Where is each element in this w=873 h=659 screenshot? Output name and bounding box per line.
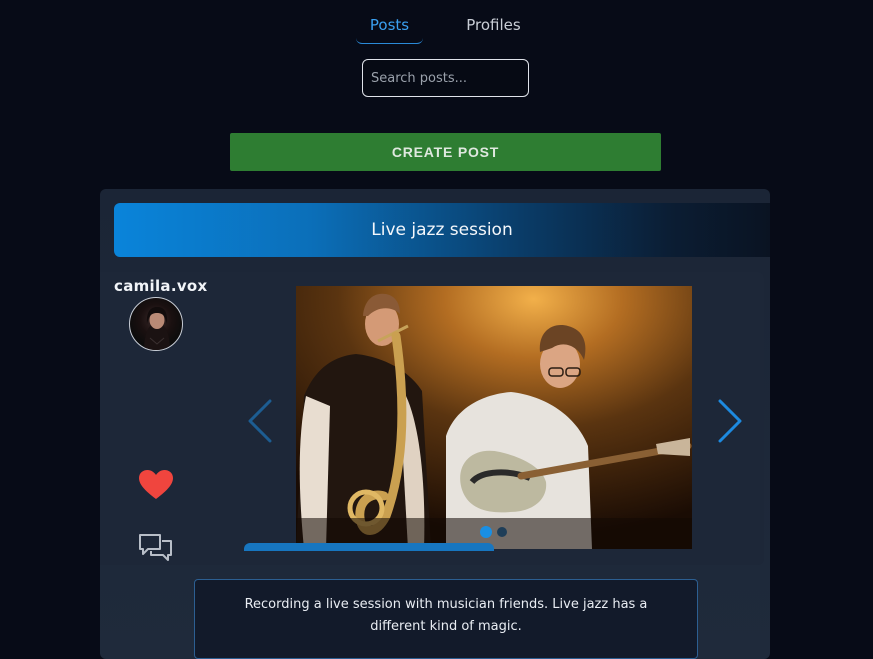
post-card: Live jazz session camila.vox Recording a… [100, 189, 770, 659]
tab-posts[interactable]: Posts [356, 8, 423, 44]
tab-profiles[interactable]: Profiles [457, 8, 530, 44]
search-input[interactable] [362, 59, 529, 97]
chevron-right-icon[interactable] [714, 399, 744, 447]
comment-icon[interactable] [138, 532, 174, 568]
post-username[interactable]: camila.vox [114, 277, 208, 295]
carousel-dot-1[interactable] [480, 526, 492, 538]
carousel-progress-bar [244, 543, 494, 551]
post-photo [296, 286, 692, 549]
avatar[interactable] [129, 297, 183, 351]
post-caption: Recording a live session with musician f… [194, 579, 698, 659]
post-title: Live jazz session [114, 203, 770, 257]
tab-bar: Posts Profiles [0, 0, 873, 46]
heart-icon[interactable] [138, 469, 174, 505]
chevron-left-icon[interactable] [246, 399, 276, 447]
carousel-dot-2[interactable] [497, 527, 507, 537]
create-post-button[interactable]: CREATE POST [230, 133, 661, 171]
